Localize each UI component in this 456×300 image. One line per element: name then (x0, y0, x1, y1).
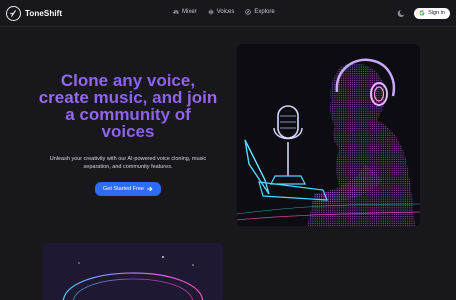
nav-item-label: Voices (216, 9, 235, 15)
theme-toggle-icon[interactable] (397, 8, 407, 18)
hero-subtitle: Unleash your creativity with our AI-powe… (49, 156, 207, 170)
nav-item-voices[interactable]: Voices (207, 9, 235, 15)
waveform-icon (207, 9, 214, 15)
hero-title-line: Clone any voice, (60, 71, 196, 90)
person-with-microphone-illustration (237, 58, 420, 226)
brand-name: ToneShift (25, 8, 63, 18)
brand[interactable]: ToneShift (6, 5, 63, 21)
nav-item-explore[interactable]: Explore (245, 9, 275, 15)
hero-title-line: create music, and join (38, 88, 218, 107)
sign-in-button[interactable]: Sign in (414, 7, 450, 19)
main-nav: Mixer Voices Explore (173, 9, 275, 15)
nav-item-label: Mixer (182, 9, 197, 15)
header-actions: Sign in (397, 7, 450, 19)
hero-illustration (237, 44, 420, 226)
feature-card-illustration (43, 243, 223, 300)
top-nav-bar: ToneShift Mixer Voices Explore Sign in (0, 0, 456, 27)
sound-waveform-illustration (63, 256, 203, 300)
get-started-button[interactable]: Get Started Free (95, 182, 161, 196)
arrow-right-icon (147, 186, 153, 192)
compass-icon (245, 9, 252, 15)
sign-in-label: Sign in (428, 10, 445, 16)
hero-title-line: voices (101, 122, 155, 141)
google-icon (419, 10, 425, 16)
get-started-label: Get Started Free (103, 186, 144, 192)
logo-icon (6, 5, 21, 21)
hero-title-line: a community of (65, 105, 191, 124)
hero-title: Clone any voice, create music, and join … (18, 72, 238, 140)
nav-item-label: Explore (254, 9, 275, 15)
hero-section: Clone any voice, create music, and join … (18, 72, 238, 196)
sliders-icon (173, 10, 179, 14)
nav-item-mixer[interactable]: Mixer (173, 9, 197, 15)
